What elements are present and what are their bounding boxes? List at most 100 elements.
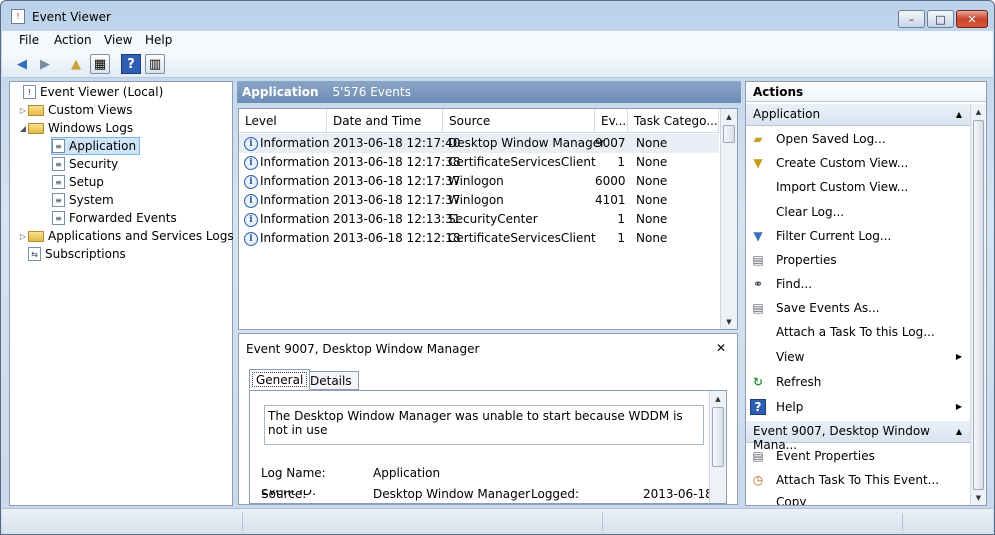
tree-item-custom-views[interactable]: ▷ Custom Views — [18, 101, 133, 119]
events-vertical-scrollbar[interactable]: ▲ ▼ — [720, 109, 737, 329]
table-row[interactable]: i Information 2013-06-18 12:17:40 Deskto… — [239, 134, 719, 153]
task-clock-icon: ◷ — [752, 473, 764, 487]
tree-item-subscriptions[interactable]: ⇆ Subscriptions — [28, 245, 126, 263]
menu-file[interactable]: File — [19, 33, 39, 47]
tree-item-application[interactable]: ≡ Application — [51, 137, 141, 155]
table-row[interactable]: i Information 2013-06-18 12:13:31 Securi… — [239, 210, 719, 229]
action-clear-log[interactable]: Clear Log... — [746, 201, 970, 223]
collapse-arrow-icon[interactable]: ▲ — [956, 427, 962, 436]
event-viewer-icon: ! — [23, 85, 36, 99]
title-bar[interactable]: ! Event Viewer – □ ✕ — [1, 1, 994, 31]
event-detail-pane: Event 9007, Desktop Window Manager ✕ Gen… — [238, 333, 738, 505]
event-count: 5'576 Events — [332, 85, 411, 99]
actions-section-event[interactable]: Event 9007, Desktop Window Mana... ▲ — [746, 421, 970, 452]
scroll-thumb[interactable] — [712, 407, 724, 467]
collapse-arrow-icon[interactable]: ◢ — [18, 124, 28, 133]
information-icon: i — [244, 135, 258, 151]
log-title: Application — [242, 85, 319, 99]
table-row[interactable]: i Information 2013-06-18 12:17:38 Certif… — [239, 153, 719, 172]
scroll-down-arrow-icon[interactable]: ▼ — [721, 314, 737, 329]
actions-section-application[interactable]: Application ▲ — [746, 104, 970, 126]
scroll-up-arrow-icon[interactable]: ▲ — [721, 109, 737, 124]
folder-icon — [28, 122, 44, 134]
scroll-thumb[interactable] — [973, 120, 984, 490]
scroll-up-arrow-icon[interactable]: ▲ — [971, 104, 986, 119]
action-find[interactable]: ⚭ Find... — [746, 273, 970, 295]
scroll-down-arrow-icon[interactable]: ▼ — [971, 490, 986, 505]
scroll-thumb[interactable] — [723, 125, 735, 143]
collapse-arrow-icon[interactable]: ▲ — [956, 110, 962, 119]
tree-item-event-viewer-local[interactable]: ! Event Viewer (Local) — [13, 83, 163, 101]
action-event-properties[interactable]: ▤ Event Properties — [746, 445, 970, 467]
status-bar — [2, 508, 993, 534]
action-attach-task-to-log[interactable]: Attach a Task To this Log... — [746, 321, 970, 343]
log-icon: ≡ — [52, 193, 65, 207]
table-row[interactable]: i Information 2013-06-18 12:17:37 Winlog… — [239, 191, 719, 210]
information-icon: i — [244, 154, 258, 170]
submenu-arrow-icon: ▶ — [955, 402, 962, 411]
maximize-button[interactable]: □ — [927, 10, 954, 28]
column-header-event-id[interactable]: Ev... — [595, 109, 628, 133]
action-copy[interactable]: Copy — [746, 493, 970, 505]
action-view[interactable]: View ▶ — [746, 346, 970, 368]
action-create-custom-view[interactable]: ▼ Create Custom View... — [746, 152, 970, 174]
action-save-events-as[interactable]: ▤ Save Events As... — [746, 297, 970, 319]
action-import-custom-view[interactable]: Import Custom View... — [746, 176, 970, 198]
app-icon: ! — [11, 9, 25, 24]
tree-item-windows-logs[interactable]: ◢ Windows Logs — [18, 119, 133, 137]
action-properties[interactable]: ▤ Properties — [746, 249, 970, 271]
help-icon: ? — [750, 399, 766, 415]
log-icon: ≡ — [52, 157, 65, 171]
event-message: The Desktop Window Manager was unable to… — [264, 405, 704, 445]
detail-vertical-scrollbar[interactable]: ▲ — [709, 391, 726, 503]
log-name-label: Log Name: — [261, 466, 326, 480]
expand-arrow-icon[interactable]: ▷ — [18, 232, 28, 241]
folder-icon — [28, 230, 44, 242]
column-header-date-time[interactable]: Date and Time — [327, 109, 443, 133]
expand-arrow-icon[interactable]: ▷ — [18, 106, 28, 115]
table-row[interactable]: i Information 2013-06-18 12:17:37 Winlog… — [239, 172, 719, 191]
log-icon: ≡ — [52, 139, 65, 153]
event-detail-title: Event 9007, Desktop Window Manager — [246, 342, 480, 356]
tree-item-security[interactable]: ≡ Security — [52, 155, 118, 173]
navigation-tree: ! Event Viewer (Local) ▷ Custom Views ◢ … — [9, 81, 234, 506]
forward-arrow-icon[interactable]: ▶ — [35, 54, 55, 74]
help-icon[interactable]: ? — [121, 54, 141, 74]
scroll-up-arrow-icon[interactable]: ▲ — [710, 391, 726, 406]
folder-icon — [28, 104, 44, 116]
menu-view[interactable]: View — [104, 33, 132, 47]
column-header-source[interactable]: Source — [443, 109, 595, 133]
properties-icon: ▤ — [752, 449, 764, 463]
action-attach-task-to-event[interactable]: ◷ Attach Task To This Event... — [746, 469, 970, 491]
actions-vertical-scrollbar[interactable]: ▲ ▼ — [970, 104, 986, 505]
submenu-arrow-icon: ▶ — [955, 352, 962, 361]
tree-item-applications-and-services-logs[interactable]: ▷ Applications and Services Logs — [18, 227, 234, 245]
column-header-task-category[interactable]: Task Catego... — [628, 109, 719, 133]
up-folder-icon[interactable]: ▲ — [66, 54, 86, 74]
column-header-level[interactable]: Level — [239, 109, 327, 133]
tree-item-forwarded-events[interactable]: ≡ Forwarded Events — [52, 209, 177, 227]
tab-general[interactable]: General — [249, 369, 311, 390]
information-icon: i — [244, 192, 258, 208]
action-refresh[interactable]: ↻ Refresh — [746, 371, 970, 393]
center-pane: Application 5'576 Events Level Date and … — [237, 81, 741, 506]
show-hide-tree-icon[interactable]: ▦ — [90, 54, 110, 74]
back-arrow-icon[interactable]: ◀ — [12, 54, 32, 74]
events-grid: Level Date and Time Source Ev... Task Ca… — [238, 108, 738, 330]
close-detail-icon[interactable]: ✕ — [716, 341, 726, 355]
show-hide-action-pane-icon[interactable]: ▥ — [145, 54, 165, 74]
minimize-button[interactable]: – — [898, 10, 925, 28]
menu-help[interactable]: Help — [145, 33, 172, 47]
save-icon: ▤ — [752, 301, 764, 315]
menu-action[interactable]: Action — [54, 33, 92, 47]
table-row[interactable]: i Information 2013-06-18 12:12:18 Certif… — [239, 229, 719, 248]
close-button[interactable]: ✕ — [956, 10, 988, 28]
action-open-saved-log[interactable]: ▰ Open Saved Log... — [746, 128, 970, 150]
tree-item-setup[interactable]: ≡ Setup — [52, 173, 104, 191]
window-title: Event Viewer — [32, 10, 111, 24]
action-filter-current-log[interactable]: ▼ Filter Current Log... — [746, 225, 970, 247]
action-help[interactable]: ? Help ▶ — [746, 396, 970, 418]
tree-item-system[interactable]: ≡ System — [52, 191, 114, 209]
event-viewer-window: ! Event Viewer – □ ✕ File Action View He… — [0, 0, 995, 535]
tab-details[interactable]: Details — [303, 371, 359, 390]
